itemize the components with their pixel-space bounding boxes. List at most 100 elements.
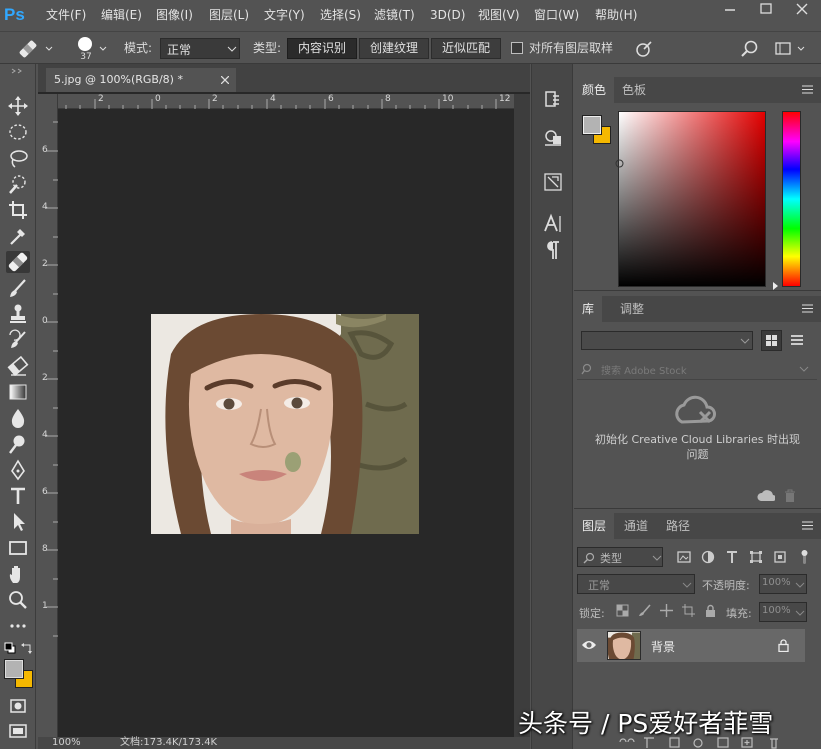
- lock-all-icon[interactable]: [704, 604, 717, 617]
- history-brush-tool-icon[interactable]: [6, 329, 30, 351]
- filter-pixel-icon[interactable]: [677, 550, 691, 564]
- eraser-tool-icon[interactable]: [6, 355, 30, 377]
- panel-foreground-swatch[interactable]: [582, 115, 602, 135]
- cc-sync-icon[interactable]: [757, 489, 775, 503]
- healing-brush-tool-icon[interactable]: [6, 251, 30, 273]
- filter-adjustment-icon[interactable]: [701, 550, 715, 564]
- hue-slider[interactable]: [782, 111, 801, 287]
- filter-smart-object-icon[interactable]: [773, 550, 787, 564]
- vertical-scrollbar[interactable]: [514, 94, 530, 744]
- menu-edit[interactable]: 编辑(E): [101, 0, 142, 31]
- color-field[interactable]: [615, 111, 766, 287]
- lock-image-pixels-icon[interactable]: [638, 604, 651, 617]
- panel-menu-icon[interactable]: [802, 85, 813, 94]
- tab-swatches[interactable]: 色板: [614, 77, 654, 103]
- lock-transparent-pixels-icon[interactable]: [616, 604, 629, 617]
- quick-mask-icon[interactable]: [6, 696, 30, 718]
- screen-mode-icon[interactable]: [6, 720, 30, 742]
- list-view-icon[interactable]: [786, 330, 807, 351]
- brush-size-label: 37: [80, 52, 92, 62]
- brush-picker[interactable]: 37: [68, 34, 112, 63]
- close-window-button[interactable]: [784, 0, 820, 18]
- quick-selection-tool-icon[interactable]: [6, 173, 30, 195]
- menu-window[interactable]: 窗口(W): [534, 0, 579, 31]
- tab-paths[interactable]: 路径: [658, 513, 698, 539]
- toolbar-grip[interactable]: [6, 68, 30, 74]
- tab-adjustments[interactable]: 调整: [612, 296, 652, 322]
- history-panel-icon[interactable]: [542, 89, 564, 111]
- zoom-tool-icon[interactable]: [6, 589, 30, 611]
- tab-layers[interactable]: 图层: [574, 513, 615, 539]
- fill-input[interactable]: 100%: [759, 602, 807, 622]
- mode-select[interactable]: 正常: [160, 38, 240, 59]
- more-tools-icon[interactable]: [6, 615, 30, 637]
- blur-tool-icon[interactable]: [6, 407, 30, 429]
- pen-tool-icon[interactable]: [6, 459, 30, 481]
- opacity-input[interactable]: 100%: [759, 574, 807, 594]
- hue-slider-marker[interactable]: [772, 282, 780, 290]
- menu-help[interactable]: 帮助(H): [595, 0, 637, 31]
- zoom-level[interactable]: 100%: [52, 737, 81, 749]
- layer-kind-filter[interactable]: 类型: [577, 547, 663, 567]
- clone-stamp-tool-icon[interactable]: [6, 303, 30, 325]
- glyphs-panel-icon[interactable]: [542, 171, 564, 193]
- menu-view[interactable]: 视图(V): [478, 0, 520, 31]
- search-icon[interactable]: [740, 39, 760, 59]
- filter-type-icon[interactable]: [725, 550, 739, 564]
- marquee-tool-icon[interactable]: [6, 121, 30, 143]
- type-content-aware-button[interactable]: 内容识别: [287, 38, 357, 59]
- lock-artboard-icon[interactable]: [682, 604, 695, 617]
- grid-view-icon[interactable]: [761, 330, 782, 351]
- document-tab[interactable]: 5.jpg @ 100%(RGB/8) *: [46, 68, 236, 92]
- type-create-texture-button[interactable]: 创建纹理: [359, 38, 429, 59]
- tool-preset-picker[interactable]: [18, 38, 56, 60]
- panel-menu-icon[interactable]: [802, 521, 813, 530]
- menu-type[interactable]: 文字(Y): [264, 0, 305, 31]
- pressure-size-icon[interactable]: [633, 38, 655, 60]
- crop-tool-icon[interactable]: [6, 199, 30, 221]
- dodge-tool-icon[interactable]: [6, 433, 30, 455]
- maximize-button[interactable]: [748, 0, 784, 18]
- filter-shape-icon[interactable]: [749, 550, 763, 564]
- eyedropper-tool-icon[interactable]: [6, 225, 30, 247]
- stock-search-field[interactable]: 搜索 Adobe Stock: [577, 358, 817, 380]
- trash-icon[interactable]: [783, 489, 797, 503]
- filter-toggle[interactable]: [800, 549, 810, 565]
- menu-filter[interactable]: 滤镜(T): [374, 0, 415, 31]
- paragraph-panel-icon[interactable]: [542, 239, 564, 261]
- menu-select[interactable]: 选择(S): [320, 0, 361, 31]
- document-image[interactable]: [151, 314, 419, 534]
- hand-tool-icon[interactable]: [6, 563, 30, 585]
- foreground-color-swatch[interactable]: [4, 659, 24, 679]
- path-selection-tool-icon[interactable]: [6, 511, 30, 533]
- swap-colors-icon[interactable]: [21, 642, 33, 654]
- brush-tool-icon[interactable]: [6, 277, 30, 299]
- character-panel-icon[interactable]: [542, 213, 564, 235]
- workspace-switcher[interactable]: [772, 40, 810, 58]
- default-colors-icon[interactable]: [4, 642, 16, 654]
- properties-panel-icon[interactable]: [542, 128, 564, 150]
- menu-file[interactable]: 文件(F): [46, 0, 86, 31]
- lock-position-icon[interactable]: [660, 604, 673, 617]
- menu-layer[interactable]: 图层(L): [209, 0, 249, 31]
- tab-color[interactable]: 颜色: [574, 77, 615, 103]
- rectangle-tool-icon[interactable]: [6, 537, 30, 559]
- eye-icon[interactable]: [581, 638, 597, 652]
- tab-libraries[interactable]: 库: [574, 296, 603, 322]
- lasso-tool-icon[interactable]: [6, 147, 30, 169]
- tab-channels[interactable]: 通道: [616, 513, 656, 539]
- minimize-button[interactable]: [712, 0, 748, 18]
- gradient-tool-icon[interactable]: [6, 381, 30, 403]
- panel-menu-icon[interactable]: [802, 304, 813, 313]
- type-proximity-match-button[interactable]: 近似匹配: [431, 38, 501, 59]
- blend-mode-select[interactable]: 正常: [577, 574, 695, 594]
- library-select[interactable]: [581, 331, 753, 350]
- type-tool-icon[interactable]: [6, 485, 30, 507]
- vertical-ruler[interactable]: 6 4 2 0 2 4 6 8 1: [38, 94, 58, 744]
- move-tool-icon[interactable]: [6, 95, 30, 117]
- menu-3d[interactable]: 3D(D): [430, 0, 465, 31]
- sample-all-layers-checkbox[interactable]: [511, 42, 523, 54]
- horizontal-ruler[interactable]: 2 0 2 4 6 8 10 12: [58, 94, 514, 109]
- layer-row[interactable]: 背景: [577, 629, 805, 662]
- menu-image[interactable]: 图像(I): [156, 0, 193, 31]
